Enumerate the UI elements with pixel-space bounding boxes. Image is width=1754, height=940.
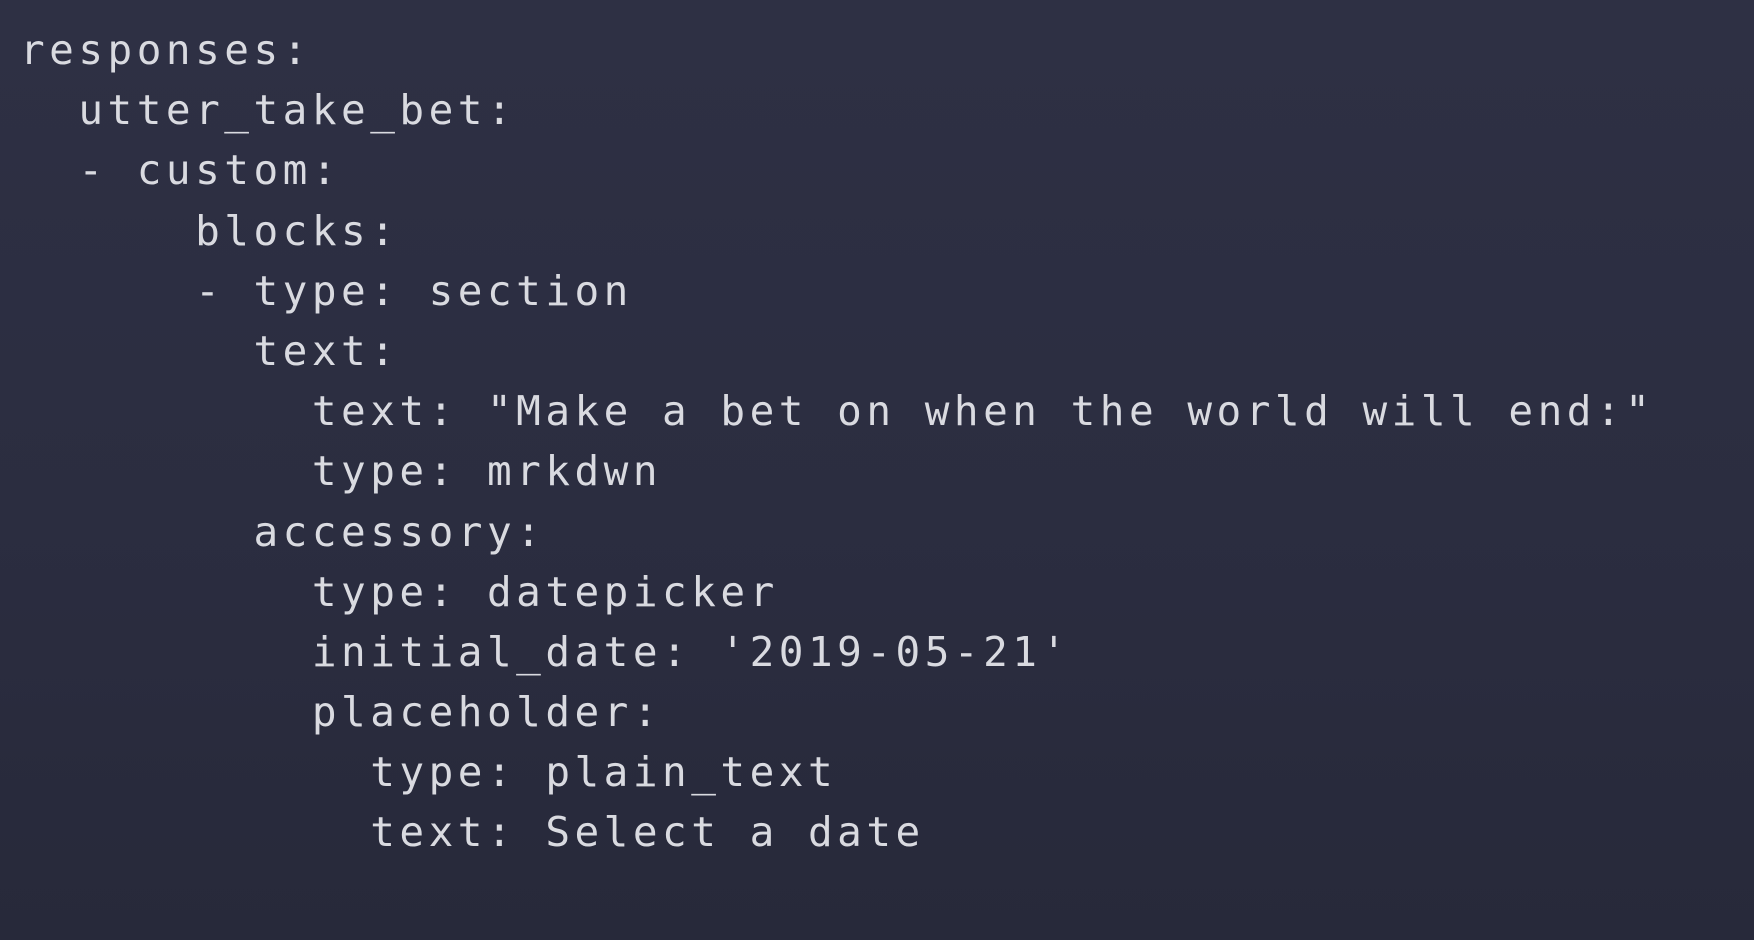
code-line-type-section: - type: section (20, 266, 633, 315)
code-line-blocks: blocks: (20, 206, 400, 255)
code-line-placeholder: placeholder: (20, 688, 663, 737)
yaml-code-view: responses: utter_take_bet: - custom: blo… (20, 20, 1734, 920)
code-line-select-a-date: text: Select a date (20, 808, 925, 857)
code-line-accessory: accessory: (20, 507, 546, 556)
code-line-custom: - custom: (20, 146, 342, 195)
code-line-type-plain-text: type: plain_text (20, 748, 838, 797)
code-line-text-key: text: (20, 326, 400, 375)
code-line-initial-date: initial_date: '2019-05-21' (20, 627, 1071, 676)
code-line-text-value: text: "Make a bet on when the world will… (20, 387, 1655, 436)
code-line-type-mrkdwn: type: mrkdwn (20, 447, 663, 496)
code-line-utter-take-bet: utter_take_bet: (20, 86, 517, 135)
code-line-type-datepicker: type: datepicker (20, 567, 779, 616)
code-line-responses: responses: (20, 26, 312, 74)
